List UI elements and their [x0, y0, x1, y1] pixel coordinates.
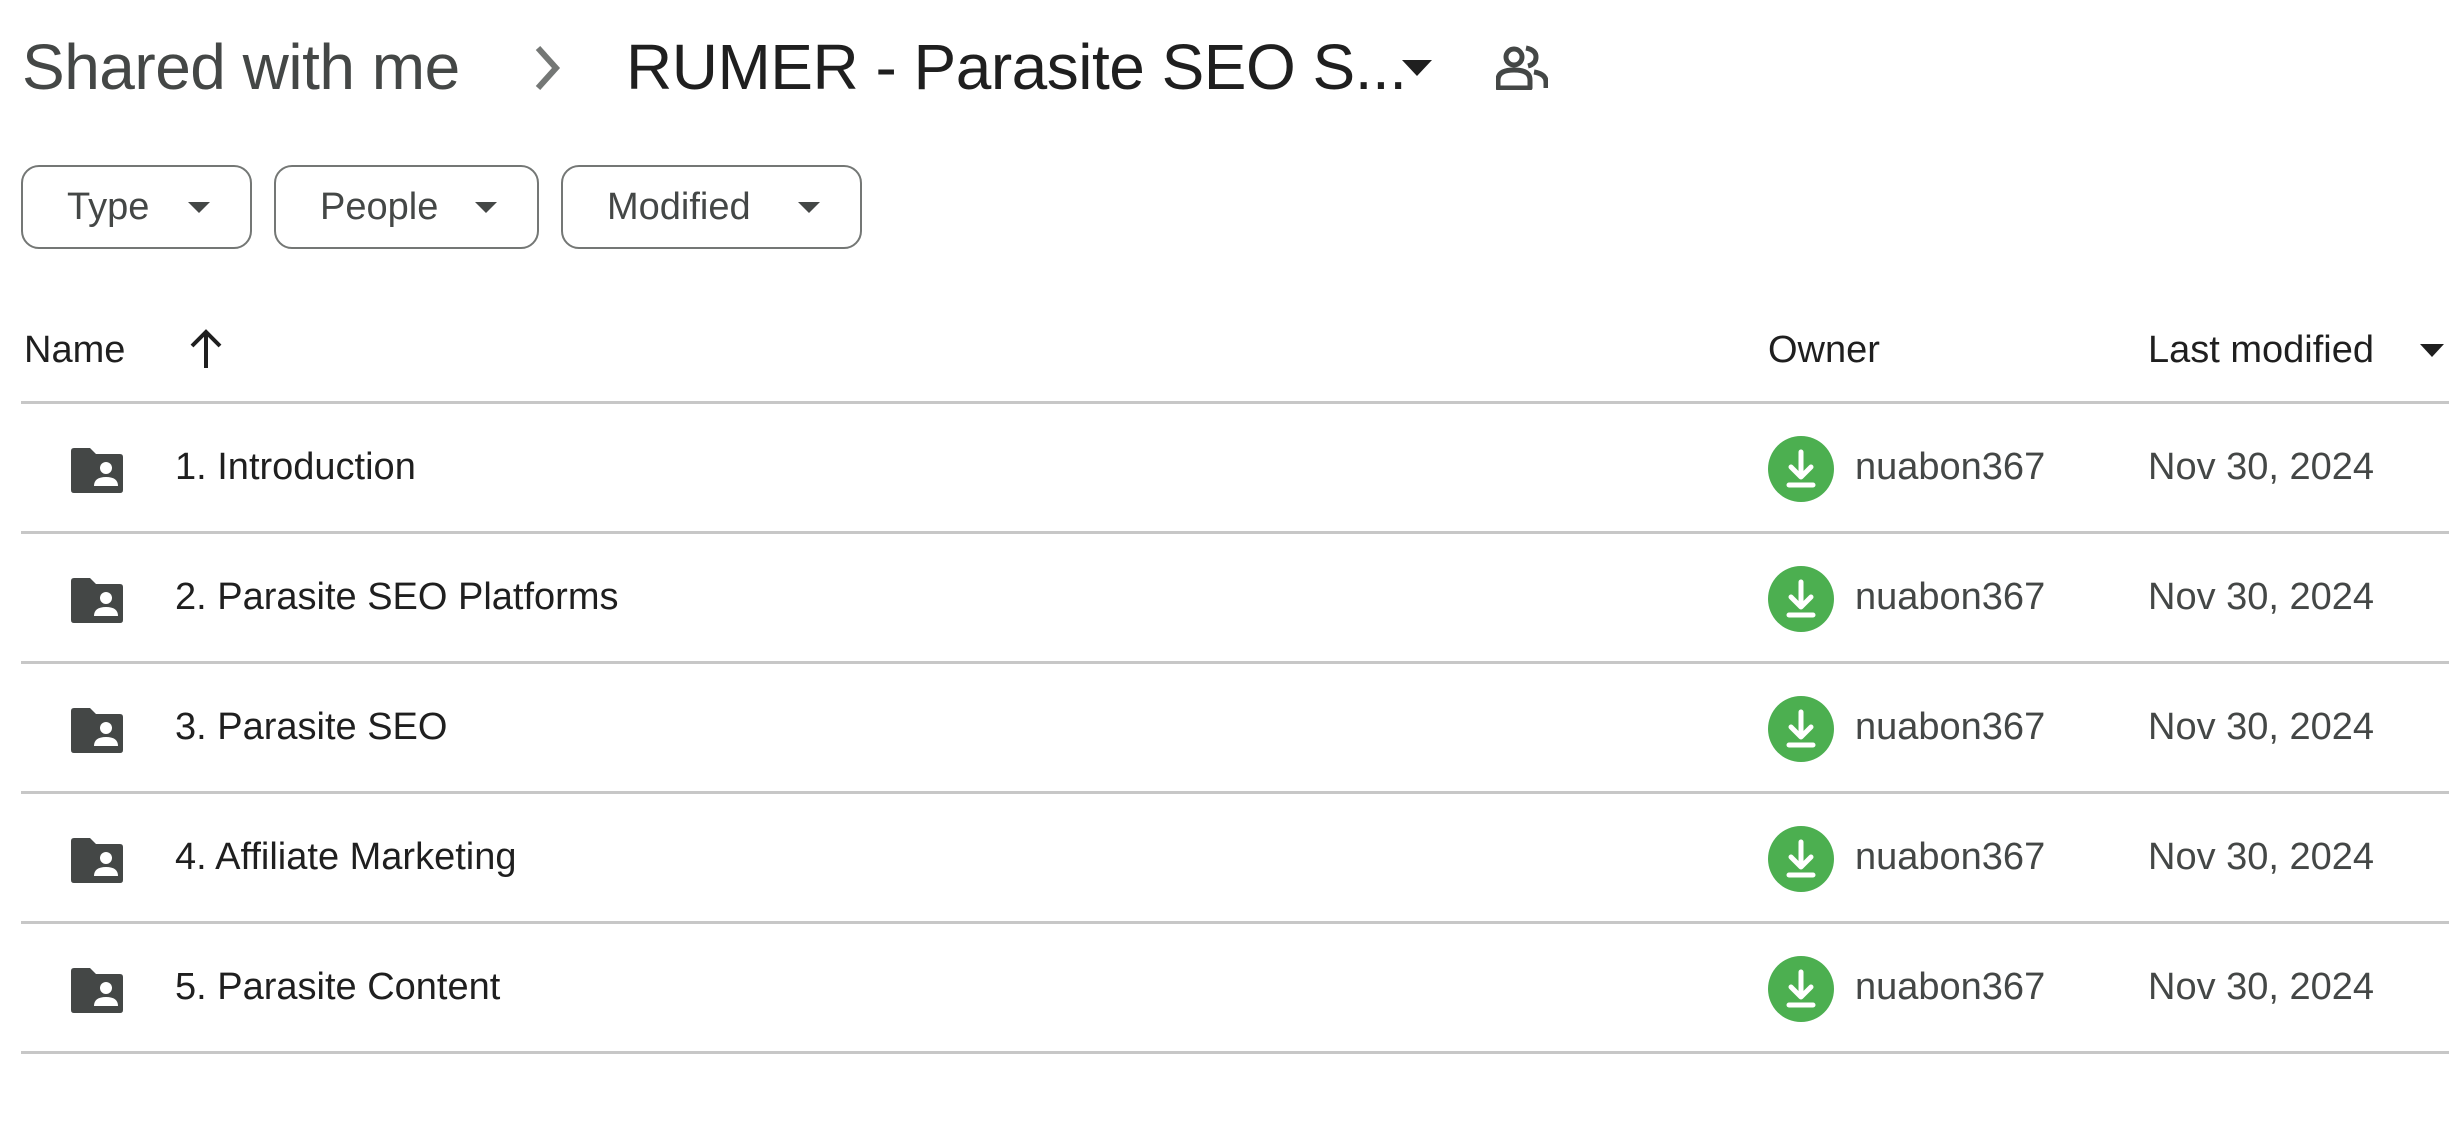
last-modified-date: Nov 30, 2024 — [2148, 446, 2375, 488]
arrow-up-icon[interactable] — [186, 326, 226, 370]
owner-avatar — [1768, 566, 1834, 632]
owner-name: nuabon367 — [1855, 576, 2046, 618]
column-header-last-modified[interactable]: Last modified — [2148, 318, 2374, 402]
filter-modified-button[interactable]: Modified — [561, 165, 862, 249]
last-modified-date: Nov 30, 2024 — [2148, 706, 2375, 748]
last-modified-date: Nov 30, 2024 — [2148, 836, 2375, 878]
file-name[interactable]: 3. Parasite SEO — [175, 694, 447, 760]
shared-folder-icon — [71, 448, 123, 493]
filter-type-label: Type — [67, 185, 150, 228]
download-icon — [1786, 579, 1816, 618]
owner-name: nuabon367 — [1855, 966, 2046, 1008]
owner-avatar — [1768, 436, 1834, 502]
owner-avatar — [1768, 696, 1834, 762]
owner-avatar — [1768, 826, 1834, 892]
column-header-name[interactable]: Name — [24, 318, 125, 402]
filter-people-label: People — [320, 185, 439, 228]
table-row[interactable]: 2. Parasite SEO Platforms nuabon367 Nov … — [21, 534, 2449, 661]
filter-type-button[interactable]: Type — [21, 165, 252, 249]
divider — [21, 1051, 2449, 1054]
caret-down-icon[interactable] — [1400, 56, 1434, 80]
current-folder-title: RUMER - Parasite SEO S... — [626, 31, 1407, 103]
last-modified-date: Nov 30, 2024 — [2148, 576, 2375, 618]
download-icon — [1786, 839, 1816, 878]
shared-folder-icon — [71, 578, 123, 623]
shared-folder-icon — [71, 708, 123, 753]
file-name[interactable]: 1. Introduction — [175, 434, 416, 500]
owner-avatar — [1768, 956, 1834, 1022]
last-modified-date: Nov 30, 2024 — [2148, 966, 2375, 1008]
people-icon[interactable] — [1496, 44, 1548, 90]
file-name[interactable]: 5. Parasite Content — [175, 954, 500, 1020]
shared-folder-icon — [71, 968, 123, 1013]
table-row[interactable]: 4. Affiliate Marketing nuabon367 Nov 30,… — [21, 794, 2449, 921]
table-row[interactable]: 5. Parasite Content nuabon367 Nov 30, 20… — [21, 924, 2449, 1051]
caret-down-icon — [475, 201, 497, 213]
table-row[interactable]: 1. Introduction nuabon367 Nov 30, 2024 — [21, 404, 2449, 531]
owner-name: nuabon367 — [1855, 836, 2046, 878]
caret-down-icon — [188, 201, 210, 213]
download-icon — [1786, 449, 1816, 488]
caret-down-icon — [798, 201, 820, 213]
filter-modified-label: Modified — [607, 185, 751, 228]
file-name[interactable]: 4. Affiliate Marketing — [175, 824, 516, 890]
filter-people-button[interactable]: People — [274, 165, 539, 249]
caret-down-icon[interactable] — [2420, 344, 2444, 357]
column-header-owner: Owner — [1768, 329, 1880, 371]
breadcrumb-shared-with-me[interactable]: Shared with me — [22, 24, 460, 110]
table-row[interactable]: 3. Parasite SEO nuabon367 Nov 30, 2024 — [21, 664, 2449, 791]
owner-name: nuabon367 — [1855, 706, 2046, 748]
chevron-right-icon — [535, 45, 561, 91]
shared-folder-icon — [71, 838, 123, 883]
download-icon — [1786, 709, 1816, 748]
owner-name: nuabon367 — [1855, 446, 2046, 488]
download-icon — [1786, 969, 1816, 1008]
file-name[interactable]: 2. Parasite SEO Platforms — [175, 564, 619, 630]
